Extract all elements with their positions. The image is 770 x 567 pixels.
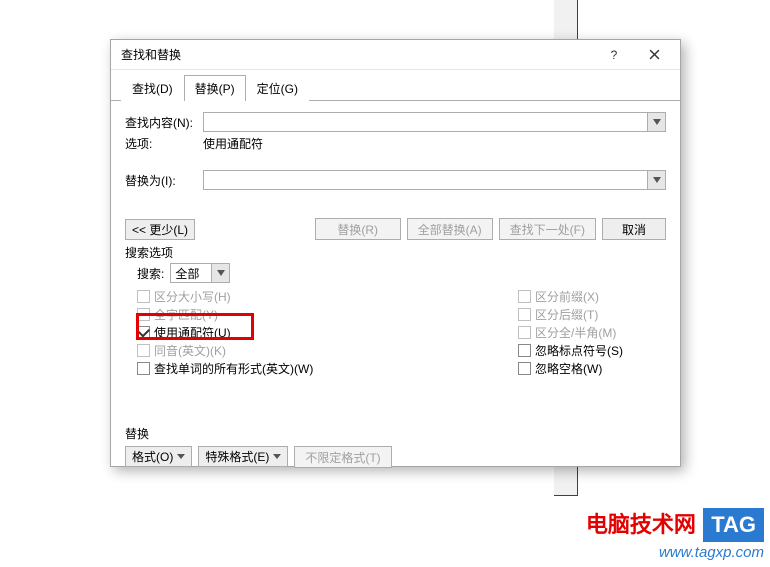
find-input[interactable] <box>203 112 666 132</box>
chk-punct[interactable]: 忽略标点符号(S) <box>518 341 666 359</box>
special-format-button[interactable]: 特殊格式(E) <box>198 446 288 467</box>
options-label: 选项: <box>125 135 203 152</box>
find-replace-dialog: 查找和替换 ? 查找(D) 替换(P) 定位(G) 查找内容(N): 选项: 使… <box>110 39 681 467</box>
chk-whole: 全字匹配(Y) <box>137 305 506 323</box>
options-value: 使用通配符 <box>203 135 263 152</box>
format-button[interactable]: 格式(O) <box>125 446 192 467</box>
tab-replace[interactable]: 替换(P) <box>184 75 246 101</box>
find-label: 查找内容(N): <box>125 114 203 131</box>
replace-section-label: 替换 <box>125 425 666 442</box>
replace-dropdown-icon[interactable] <box>647 171 665 189</box>
help-button[interactable]: ? <box>594 42 634 68</box>
search-options-label: 搜索选项 <box>125 244 666 261</box>
watermark-tag: TAG <box>703 508 764 542</box>
cancel-button[interactable]: 取消 <box>602 218 666 240</box>
chk-fullhalf: 区分全/半角(M) <box>518 323 666 341</box>
replace-input[interactable] <box>203 170 666 190</box>
chk-forms[interactable]: 查找单词的所有形式(英文)(W) <box>137 359 506 377</box>
chk-sounds: 同音(英文)(K) <box>137 341 506 359</box>
tab-find[interactable]: 查找(D) <box>121 75 184 101</box>
replace-label: 替换为(I): <box>125 172 203 189</box>
chk-prefix: 区分前缀(X) <box>518 287 666 305</box>
chk-space[interactable]: 忽略空格(W) <box>518 359 666 377</box>
chk-wildcard[interactable]: 使用通配符(U) <box>137 323 506 341</box>
dialog-title: 查找和替换 <box>121 46 594 63</box>
no-format-button[interactable]: 不限定格式(T) <box>294 446 391 468</box>
replace-one-button[interactable]: 替换(R) <box>315 218 401 240</box>
tab-goto[interactable]: 定位(G) <box>246 75 309 101</box>
search-direction-label: 搜索: <box>137 265 164 282</box>
dialog-content: 查找内容(N): 选项: 使用通配符 替换为(I): << 更少(L) 替换(R… <box>111 101 680 476</box>
search-direction-select[interactable]: 全部 <box>170 263 230 283</box>
replace-all-button[interactable]: 全部替换(A) <box>407 218 493 240</box>
titlebar: 查找和替换 ? <box>111 40 680 70</box>
find-dropdown-icon[interactable] <box>647 113 665 131</box>
chevron-down-icon[interactable] <box>211 264 229 282</box>
watermark: 电脑技术网 TAG www.tagxp.com <box>586 507 764 561</box>
chk-case: 区分大小写(H) <box>137 287 506 305</box>
tabs: 查找(D) 替换(P) 定位(G) <box>111 70 680 101</box>
search-direction-value: 全部 <box>171 265 211 282</box>
close-button[interactable] <box>634 42 674 68</box>
chk-suffix: 区分后缀(T) <box>518 305 666 323</box>
find-next-button[interactable]: 查找下一处(F) <box>499 218 596 240</box>
watermark-url: www.tagxp.com <box>586 544 764 561</box>
less-button[interactable]: << 更少(L) <box>125 219 195 240</box>
watermark-text: 电脑技术网 <box>586 512 696 537</box>
